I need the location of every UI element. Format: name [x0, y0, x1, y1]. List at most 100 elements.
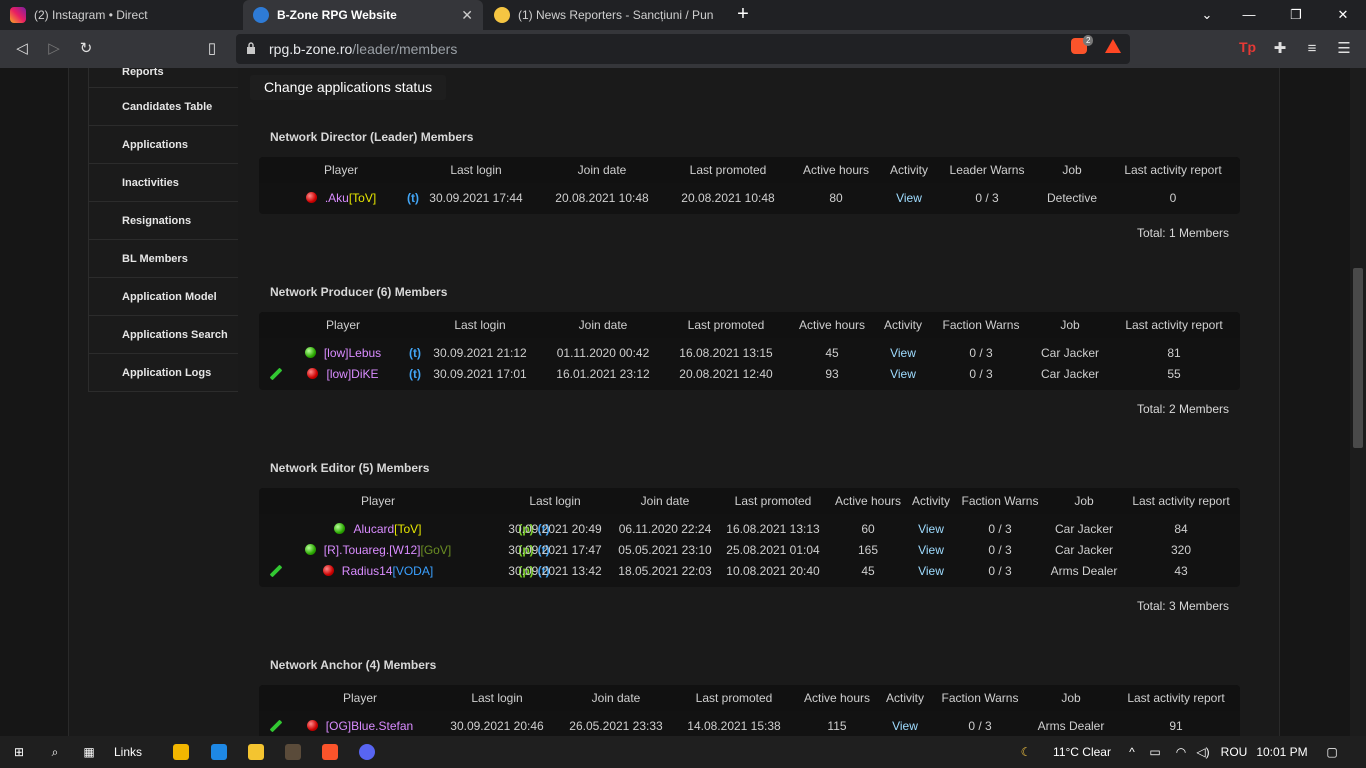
job-cell: Arms Dealer: [1037, 719, 1105, 733]
instagram-icon: [10, 7, 26, 23]
members-total: Total: 2 Members: [1136, 402, 1229, 416]
join-date-cell: 05.05.2021 23:10: [618, 543, 712, 557]
playlist-icon[interactable]: ≡: [1301, 38, 1323, 60]
members-table: Player Last login Join date Last promoted Ac…: [259, 157, 1240, 214]
scroll-thumb[interactable]: [1353, 268, 1363, 448]
task-view-icon[interactable]: ▦: [78, 736, 100, 768]
back-icon[interactable]: ◁: [11, 38, 33, 60]
activity-report-cell: 43: [1174, 564, 1188, 578]
brave-icon[interactable]: [322, 744, 338, 760]
url-text: rpg.b-zone.ro/leader/members: [269, 41, 458, 57]
game-icon[interactable]: [285, 744, 301, 760]
volume-icon[interactable]: ◁): [1194, 736, 1212, 768]
player-cell: [OG]Blue.Stefan: [259, 719, 461, 733]
browser-toolbar: ◁ ▷ ↻ ▯ rpg.b-zone.ro/leader/members 2 T…: [0, 30, 1366, 68]
player-name[interactable]: Alucard: [353, 522, 394, 536]
search-icon[interactable]: ⌕: [44, 736, 66, 768]
change-status-button[interactable]: Change applications status: [250, 75, 447, 100]
globe-icon: [253, 7, 269, 23]
last-login-cell: 30.09.2021 13:42: [508, 564, 602, 578]
sidebar-item-applications[interactable]: Applications: [88, 126, 238, 164]
player-name[interactable]: .Aku: [325, 191, 349, 205]
column-header: Last activity report: [1132, 494, 1230, 508]
tab-news-reporters[interactable]: (1) News Reporters - Sancțiuni / Punish: [484, 0, 724, 30]
online-status-icon: [304, 544, 316, 555]
column-header: Last login: [450, 163, 502, 177]
column-header: Last login: [529, 494, 581, 508]
join-date-cell: 26.05.2021 23:33: [569, 719, 663, 733]
minimize-icon[interactable]: —: [1229, 0, 1269, 30]
brave-rewards-icon[interactable]: [1105, 39, 1121, 53]
taskbar: ⊞ ⌕ ▦ Links ☾ 11°C Clear ^ ▭ ◠ ◁) ROU 10…: [0, 736, 1366, 768]
reload-icon[interactable]: ↻: [75, 38, 97, 60]
player-name[interactable]: Radius14: [342, 564, 393, 578]
language-indicator[interactable]: ROU: [1218, 736, 1250, 768]
table-header: Player Last login Join date Last promoted Ac…: [259, 157, 1240, 183]
table-header: Player Last login Join date Last promoted Ac…: [259, 685, 1240, 711]
tab-strip: (2) Instagram • Direct B-Zone RPG Websit…: [0, 0, 1366, 30]
join-date-cell: 20.08.2021 10:48: [555, 191, 649, 205]
close-window-icon[interactable]: ✕: [1323, 0, 1363, 30]
column-header: Join date: [591, 691, 641, 705]
sidebar-item-application-model[interactable]: Application Model: [88, 278, 238, 316]
weather-text[interactable]: 11°C Clear: [1042, 736, 1122, 768]
column-header: Last promoted: [695, 691, 773, 705]
discord-icon[interactable]: [359, 744, 375, 760]
new-tab-button[interactable]: +: [733, 4, 753, 26]
store-icon[interactable]: [173, 744, 189, 760]
table-header: Player Last login Join date Last promoted Ac…: [259, 488, 1240, 514]
sidebar-item-application-logs[interactable]: Application Logs: [88, 354, 238, 392]
player-cell: Alucard[ToV]: [259, 522, 497, 536]
join-date-cell: 01.11.2020 00:42: [556, 346, 650, 360]
sidebar-item-applications-search[interactable]: Applications Search: [88, 316, 238, 354]
menu-icon[interactable]: ☰: [1333, 38, 1355, 60]
last-promoted-cell: 14.08.2021 15:38: [687, 719, 781, 733]
wifi-icon[interactable]: ◠: [1172, 736, 1190, 768]
page-scrollbar[interactable]: [1350, 68, 1366, 736]
battery-icon[interactable]: ▭: [1146, 736, 1164, 768]
player-name[interactable]: [low]DiKE: [326, 367, 378, 381]
forward-icon[interactable]: ▷: [43, 38, 65, 60]
column-header: Last activity report: [1124, 163, 1222, 177]
tab-bzone[interactable]: B-Zone RPG Website ✕: [243, 0, 483, 30]
player-name[interactable]: [low]Lebus: [324, 346, 381, 360]
maximize-icon[interactable]: ❐: [1276, 0, 1316, 30]
tab-title: (2) Instagram • Direct: [34, 8, 148, 22]
mail-icon[interactable]: [211, 744, 227, 760]
tab-search-icon[interactable]: ⌄: [1187, 0, 1227, 30]
activity-report-cell: 0: [1169, 191, 1177, 205]
sidebar-item-candidates-table[interactable]: Candidates Table: [88, 88, 238, 126]
player-name[interactable]: [R].Touareg.[W12]: [324, 543, 421, 557]
extensions-icon[interactable]: ✚: [1269, 38, 1291, 60]
members-total: Total: 1 Members: [1136, 226, 1229, 240]
activity-report-cell: 84: [1174, 522, 1188, 536]
windows-start-icon[interactable]: ⊞: [8, 736, 30, 768]
column-header: Join date: [640, 494, 690, 508]
forum-icon: [494, 7, 510, 23]
column-header: Last login: [454, 318, 506, 332]
sidebar-item-reports[interactable]: Reports: [88, 68, 238, 88]
file-explorer-icon[interactable]: [248, 744, 264, 760]
column-header: Last activity report: [1125, 318, 1223, 332]
links-toolbar[interactable]: Links: [108, 736, 148, 768]
bookmark-icon[interactable]: ▯: [201, 38, 223, 60]
offline-status-icon: [305, 192, 317, 203]
player-name[interactable]: [OG]Blue.Stefan: [326, 719, 413, 733]
tray-chevron-icon[interactable]: ^: [1124, 736, 1140, 768]
last-promoted-cell: 20.08.2021 12:40: [679, 367, 773, 381]
sidebar-item-resignations[interactable]: Resignations: [88, 202, 238, 240]
offline-status-icon: [307, 368, 319, 379]
tab-instagram[interactable]: (2) Instagram • Direct: [0, 0, 242, 30]
tp-extension-icon[interactable]: Tp: [1239, 39, 1256, 55]
close-tab-icon[interactable]: ✕: [461, 7, 473, 24]
sidebar-item-bl-members[interactable]: BL Members: [88, 240, 238, 278]
clock[interactable]: 10:01 PM: [1254, 736, 1310, 768]
address-bar[interactable]: rpg.b-zone.ro/leader/members: [236, 34, 1130, 64]
members-total: Total: 3 Members: [1136, 599, 1229, 613]
sidebar-item-inactivities[interactable]: Inactivities: [88, 164, 238, 202]
join-date-cell: 18.05.2021 22:03: [618, 564, 712, 578]
job-cell: Car Jacker: [1040, 367, 1099, 381]
notifications-icon[interactable]: ▢: [1322, 736, 1342, 768]
activity-report-cell: 320: [1170, 543, 1192, 557]
player-cell: [R].Touareg.[W12][GoV]: [259, 543, 497, 557]
